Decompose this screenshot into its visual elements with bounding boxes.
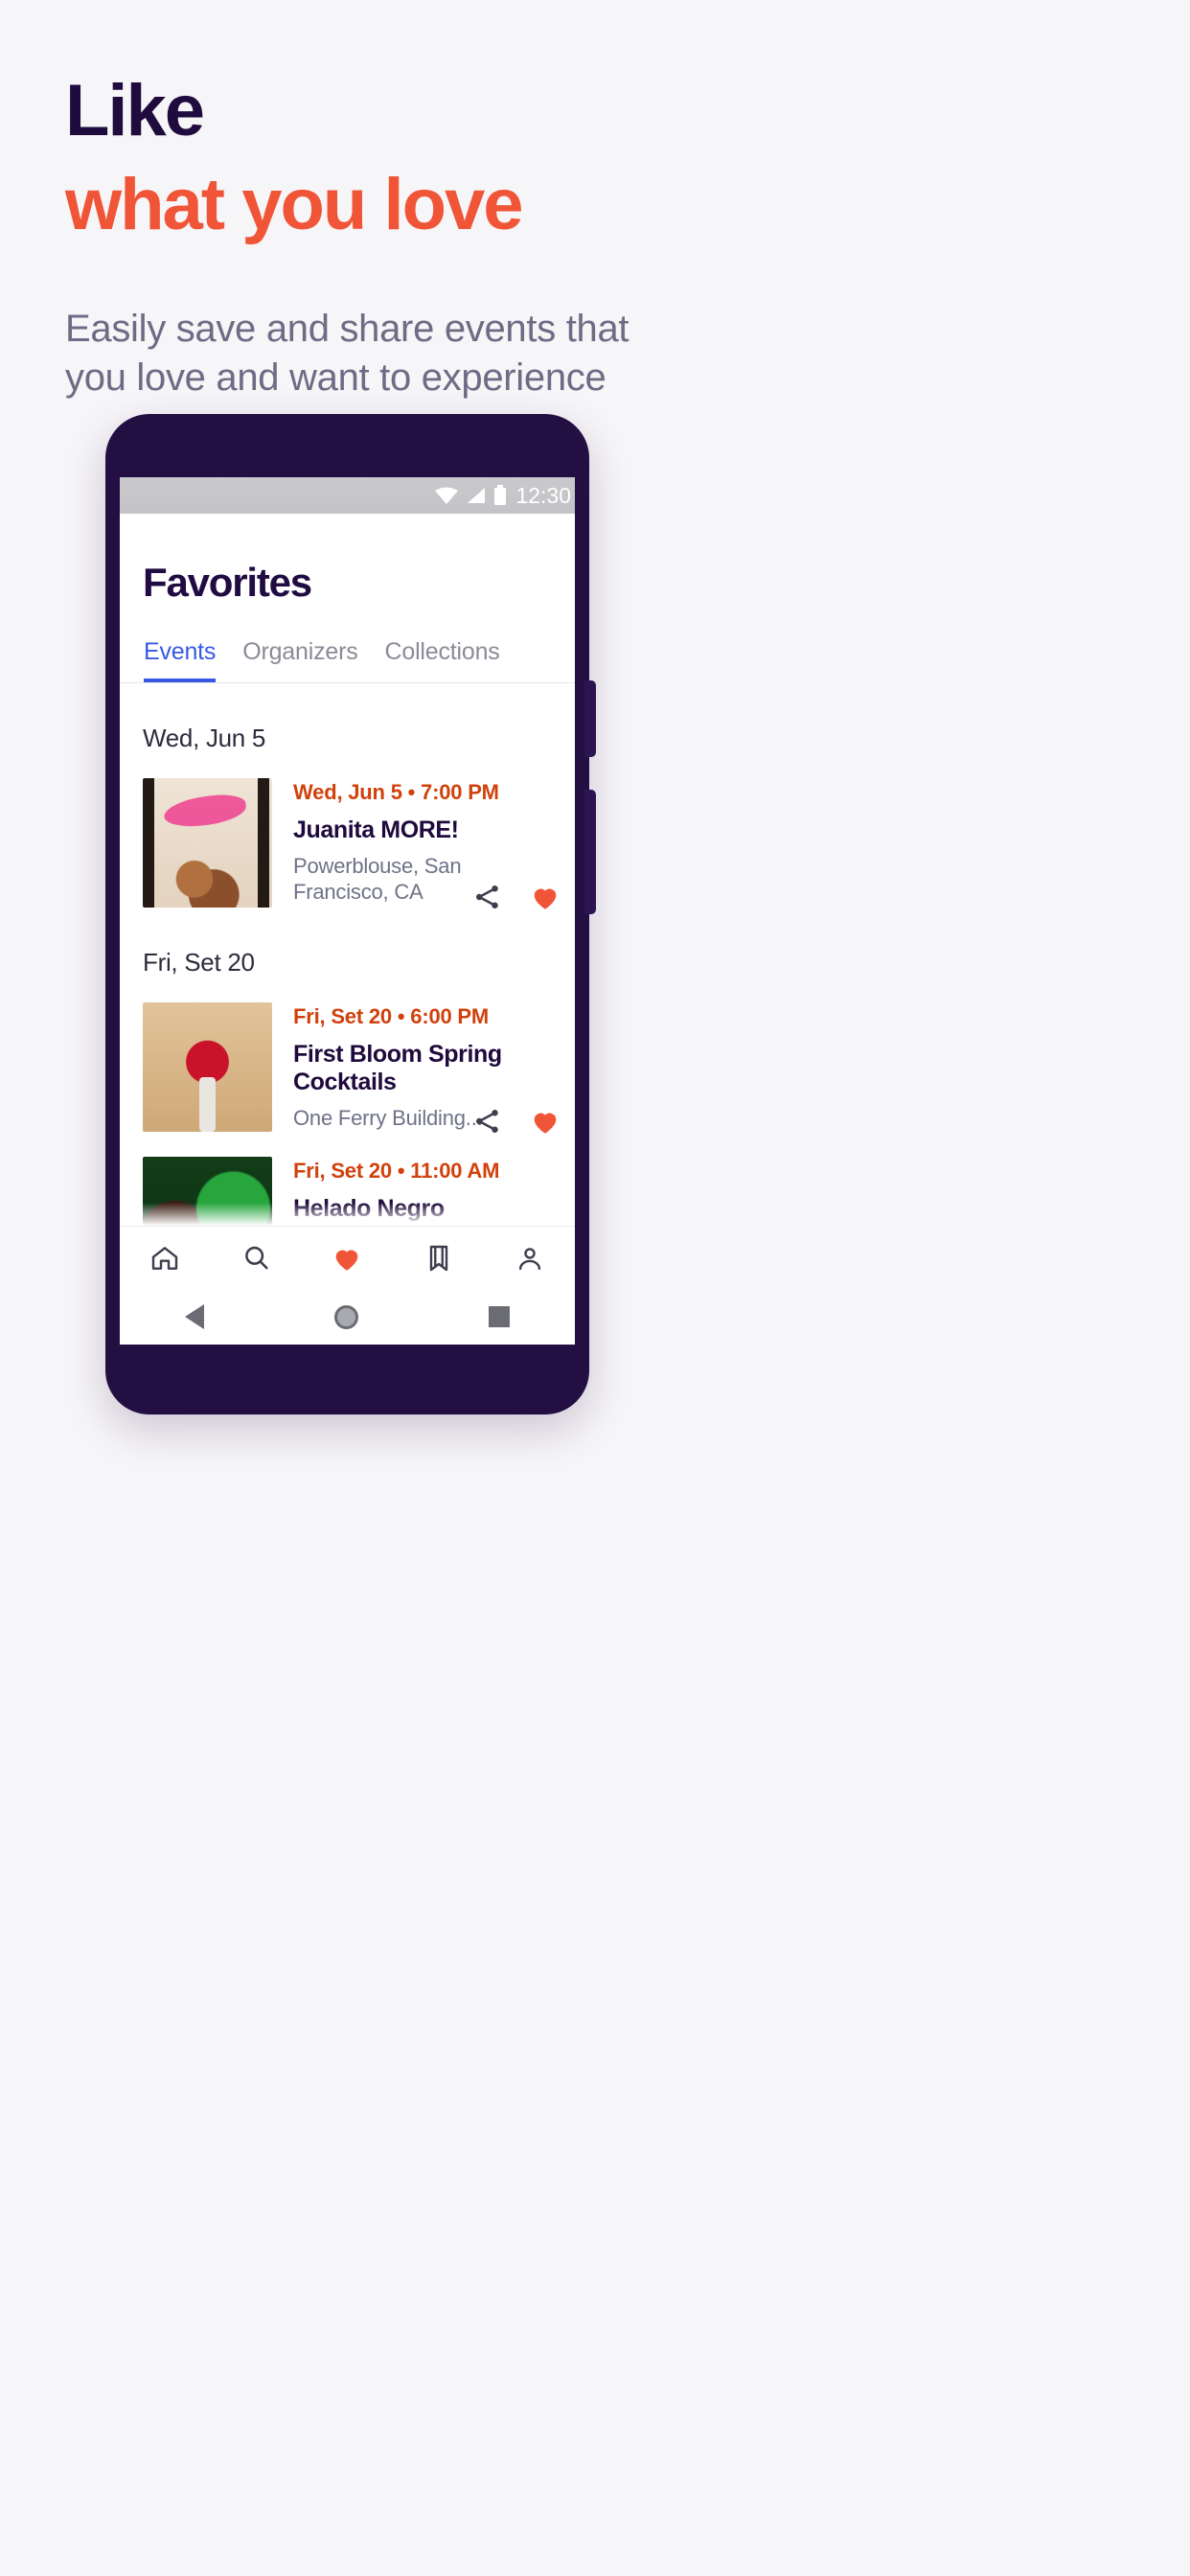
promo-headline-line1: Like xyxy=(65,70,205,151)
back-button-icon[interactable] xyxy=(185,1304,204,1329)
phone-volume-button[interactable] xyxy=(584,790,596,914)
app-header: Favorites Events Organizers Collections xyxy=(120,514,575,682)
status-bar: 12:30 xyxy=(120,477,575,514)
tab-collections[interactable]: Collections xyxy=(385,638,500,682)
event-venue: Powerblouse, San Francisco, CA xyxy=(293,853,462,904)
event-datetime: Fri, Set 20 • 6:00 PM xyxy=(293,1004,490,1028)
day-header: Wed, Jun 5 xyxy=(143,724,266,752)
tab-organizers[interactable]: Organizers xyxy=(242,638,357,682)
heart-filled-icon[interactable] xyxy=(529,1105,561,1138)
status-bar-time: 12:30 xyxy=(515,482,571,508)
phone-power-button[interactable] xyxy=(584,680,596,757)
share-icon[interactable] xyxy=(473,883,502,911)
promo-section: Like what you love Easily save and share… xyxy=(0,0,1190,402)
share-icon[interactable] xyxy=(473,1107,502,1136)
promo-headline-line2: what you love xyxy=(65,164,524,245)
event-venue: One Ferry Building... xyxy=(293,1105,483,1130)
event-datetime: Wed, Jun 5 • 7:00 PM xyxy=(293,780,499,804)
wifi-icon xyxy=(435,487,459,504)
tab-bar: Events Organizers Collections xyxy=(143,638,575,682)
phone-screen: 12:30 Favorites Events Organizers Collec… xyxy=(120,477,575,1345)
event-title[interactable]: Juanita MORE! xyxy=(293,816,575,844)
home-icon[interactable] xyxy=(149,1243,180,1274)
list-item[interactable]: Fri, Set 20 • 6:00 PM First Bloom Spring… xyxy=(120,978,575,1134)
list-fade-overlay xyxy=(120,1203,575,1226)
event-thumbnail[interactable] xyxy=(143,1002,272,1132)
event-thumbnail[interactable] xyxy=(143,778,272,908)
profile-icon[interactable] xyxy=(515,1243,545,1274)
search-icon[interactable] xyxy=(240,1243,271,1274)
event-title[interactable]: First Bloom Spring Cocktails xyxy=(293,1041,575,1096)
recents-button-icon[interactable] xyxy=(489,1306,510,1327)
event-actions xyxy=(473,1105,561,1138)
list-item[interactable]: Wed, Jun 5 • 7:00 PM Juanita MORE! Power… xyxy=(120,753,575,909)
tab-events[interactable]: Events xyxy=(144,638,216,682)
bottom-navigation xyxy=(120,1226,575,1289)
tickets-icon[interactable] xyxy=(423,1243,454,1274)
battery-icon xyxy=(494,485,507,505)
event-datetime: Fri, Set 20 • 11:00 AM xyxy=(293,1159,500,1183)
heart-icon[interactable] xyxy=(331,1242,363,1275)
event-actions xyxy=(473,881,561,913)
promo-subtitle: Easily save and share events that you lo… xyxy=(65,308,629,400)
android-system-bar xyxy=(120,1289,575,1345)
heart-filled-icon[interactable] xyxy=(529,881,561,913)
phone-mockup: 12:30 Favorites Events Organizers Collec… xyxy=(105,414,596,1414)
day-header: Fri, Set 20 xyxy=(143,948,255,977)
home-button-icon[interactable] xyxy=(334,1304,358,1329)
page-title: Favorites xyxy=(143,560,312,605)
signal-icon xyxy=(468,488,486,503)
